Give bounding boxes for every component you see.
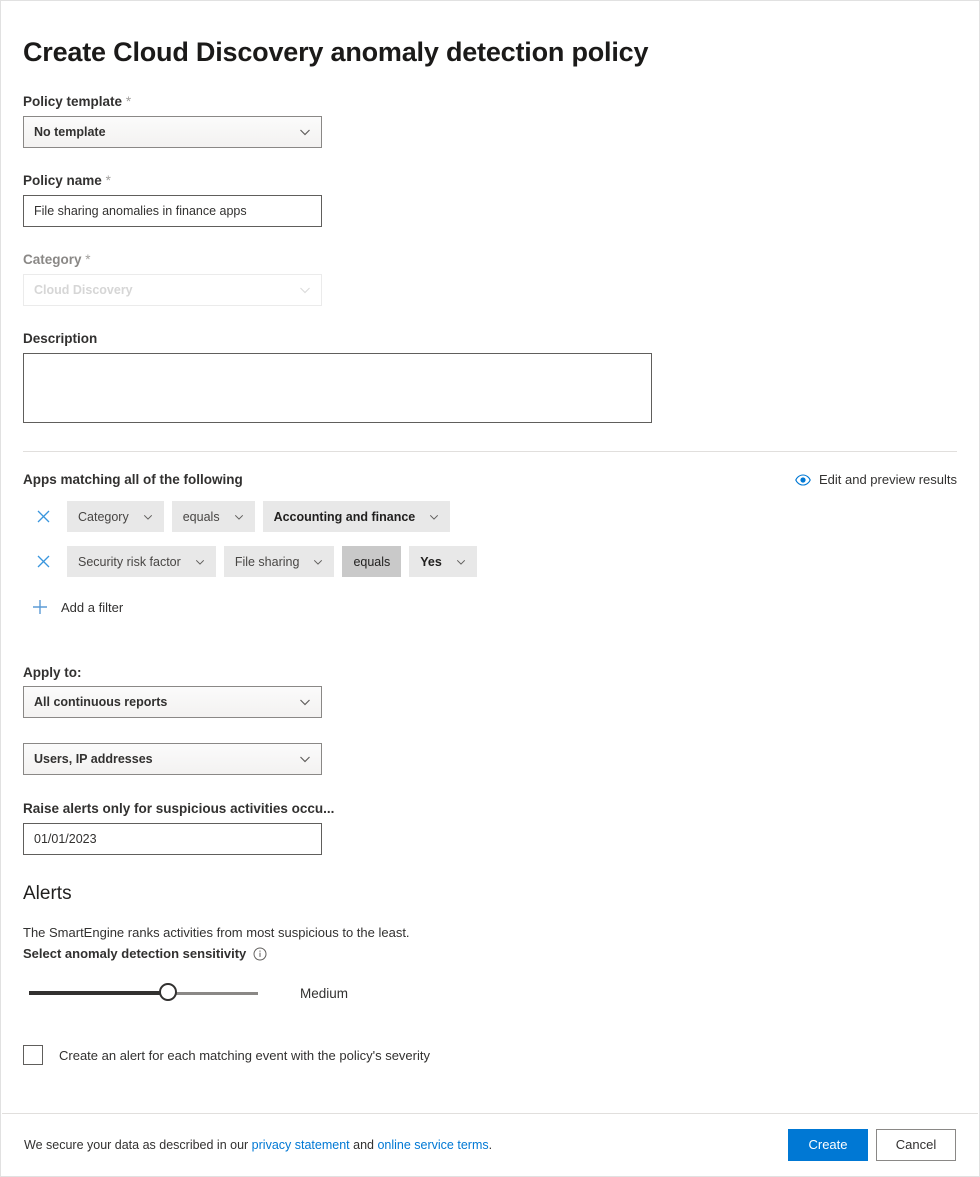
policy-template-value: No template	[34, 125, 106, 139]
filter-chip-field[interactable]: Security risk factor	[67, 546, 216, 577]
alerts-heading: Alerts	[23, 881, 957, 907]
filter-chip-label: File sharing	[235, 555, 300, 569]
edit-preview-results-link[interactable]: Edit and preview results	[795, 472, 957, 487]
apply-to-section: Apply to: All continuous reports Users, …	[23, 665, 957, 775]
per-event-alert-checkbox[interactable]	[23, 1045, 43, 1065]
chevron-down-icon	[234, 512, 244, 522]
apply-to-reports-value: All continuous reports	[34, 695, 167, 709]
sensitivity-label-text: Select anomaly detection sensitivity	[23, 944, 246, 963]
description-field: Description	[23, 330, 957, 423]
page-title: Create Cloud Discovery anomaly detection…	[23, 1, 957, 69]
chevron-down-icon	[429, 512, 439, 522]
filter-row: Security risk factor File sharing equals…	[23, 546, 957, 577]
policy-name-label: Policy name *	[23, 172, 957, 189]
chevron-down-icon	[195, 557, 205, 567]
filters-title: Apps matching all of the following	[23, 472, 243, 487]
sensitivity-value: Medium	[300, 986, 348, 1001]
slider-thumb[interactable]	[159, 983, 177, 1001]
category-label-text: Category	[23, 252, 82, 267]
chevron-down-icon	[313, 557, 323, 567]
close-icon[interactable]	[29, 548, 57, 576]
filter-chip-value[interactable]: Yes	[409, 546, 477, 577]
category-label: Category *	[23, 251, 957, 268]
footer-privacy-text: We secure your data as described in our …	[24, 1138, 492, 1152]
apply-to-scope-select[interactable]: Users, IP addresses	[23, 743, 322, 775]
raise-alerts-field: Raise alerts only for suspicious activit…	[23, 800, 957, 855]
create-button[interactable]: Create	[788, 1129, 868, 1161]
sensitivity-label: Select anomaly detection sensitivity	[23, 944, 957, 963]
raise-alerts-date-input[interactable]: 01/01/2023	[23, 823, 322, 855]
footer-text-after: .	[489, 1138, 492, 1152]
filter-chip-subfield[interactable]: File sharing	[224, 546, 335, 577]
add-filter-button[interactable]: Add a filter	[29, 599, 957, 615]
cancel-button[interactable]: Cancel	[876, 1129, 956, 1161]
filter-chip-label: Accounting and finance	[274, 510, 416, 524]
online-service-terms-link[interactable]: online service terms	[377, 1138, 488, 1152]
eye-icon	[795, 474, 811, 486]
category-select: Cloud Discovery	[23, 274, 322, 306]
description-textarea[interactable]	[23, 353, 652, 423]
slider-track-filled	[29, 991, 167, 995]
policy-template-select[interactable]: No template	[23, 116, 322, 148]
filter-chip-operator[interactable]: equals	[172, 501, 255, 532]
description-label: Description	[23, 330, 957, 347]
apply-to-label: Apply to:	[23, 665, 957, 680]
raise-alerts-label: Raise alerts only for suspicious activit…	[23, 800, 957, 817]
filter-chip-label: equals	[353, 555, 390, 569]
policy-name-value: File sharing anomalies in finance apps	[34, 204, 247, 218]
filter-chip-value[interactable]: Accounting and finance	[263, 501, 451, 532]
chevron-down-icon	[299, 753, 311, 765]
chevron-down-icon	[456, 557, 466, 567]
policy-template-required-marker: *	[126, 94, 131, 109]
filter-chip-operator[interactable]: equals	[342, 546, 401, 577]
per-event-alert-label: Create an alert for each matching event …	[59, 1048, 430, 1063]
chevron-down-icon	[299, 126, 311, 138]
alerts-description: The SmartEngine ranks activities from mo…	[23, 923, 957, 942]
policy-name-required-marker: *	[106, 173, 111, 188]
footer-text-before: We secure your data as described in our	[24, 1138, 252, 1152]
privacy-statement-link[interactable]: privacy statement	[252, 1138, 350, 1152]
policy-name-label-text: Policy name	[23, 173, 102, 188]
per-event-alert-row: Create an alert for each matching event …	[23, 1045, 957, 1065]
sensitivity-slider[interactable]	[29, 983, 258, 1003]
apply-to-reports-select[interactable]: All continuous reports	[23, 686, 322, 718]
filter-chip-label: Security risk factor	[78, 555, 181, 569]
plus-icon	[29, 599, 51, 615]
policy-template-label: Policy template *	[23, 93, 957, 110]
close-icon[interactable]	[29, 503, 57, 531]
create-policy-dialog: Create Cloud Discovery anomaly detection…	[0, 0, 980, 1177]
chevron-down-icon	[299, 696, 311, 708]
filter-chip-label: equals	[183, 510, 220, 524]
category-field: Category * Cloud Discovery	[23, 251, 957, 306]
chevron-down-icon	[299, 284, 311, 296]
info-icon[interactable]	[253, 947, 267, 961]
policy-name-field: Policy name * File sharing anomalies in …	[23, 172, 957, 227]
slider-track-remaining	[167, 992, 258, 995]
category-required-marker: *	[85, 252, 90, 267]
apply-to-scope-value: Users, IP addresses	[34, 752, 153, 766]
footer-buttons: Create Cancel	[788, 1129, 956, 1161]
add-filter-label: Add a filter	[61, 600, 123, 615]
section-divider	[23, 451, 957, 452]
policy-name-input[interactable]: File sharing anomalies in finance apps	[23, 195, 322, 227]
edit-preview-results-label: Edit and preview results	[819, 472, 957, 487]
filter-row: Category equals Accounting and finance	[23, 501, 957, 532]
filter-chip-label: Category	[78, 510, 129, 524]
filters-header: Apps matching all of the following Edit …	[23, 472, 957, 487]
raise-alerts-date-value: 01/01/2023	[34, 832, 97, 846]
footer-text-middle: and	[350, 1138, 378, 1152]
policy-template-label-text: Policy template	[23, 94, 122, 109]
policy-template-field: Policy template * No template	[23, 93, 957, 148]
category-value: Cloud Discovery	[34, 283, 133, 297]
sensitivity-slider-row: Medium	[23, 983, 957, 1003]
dialog-footer: We secure your data as described in our …	[2, 1113, 978, 1175]
chevron-down-icon	[143, 512, 153, 522]
filter-chip-label: Yes	[420, 555, 442, 569]
filter-chip-field[interactable]: Category	[67, 501, 164, 532]
